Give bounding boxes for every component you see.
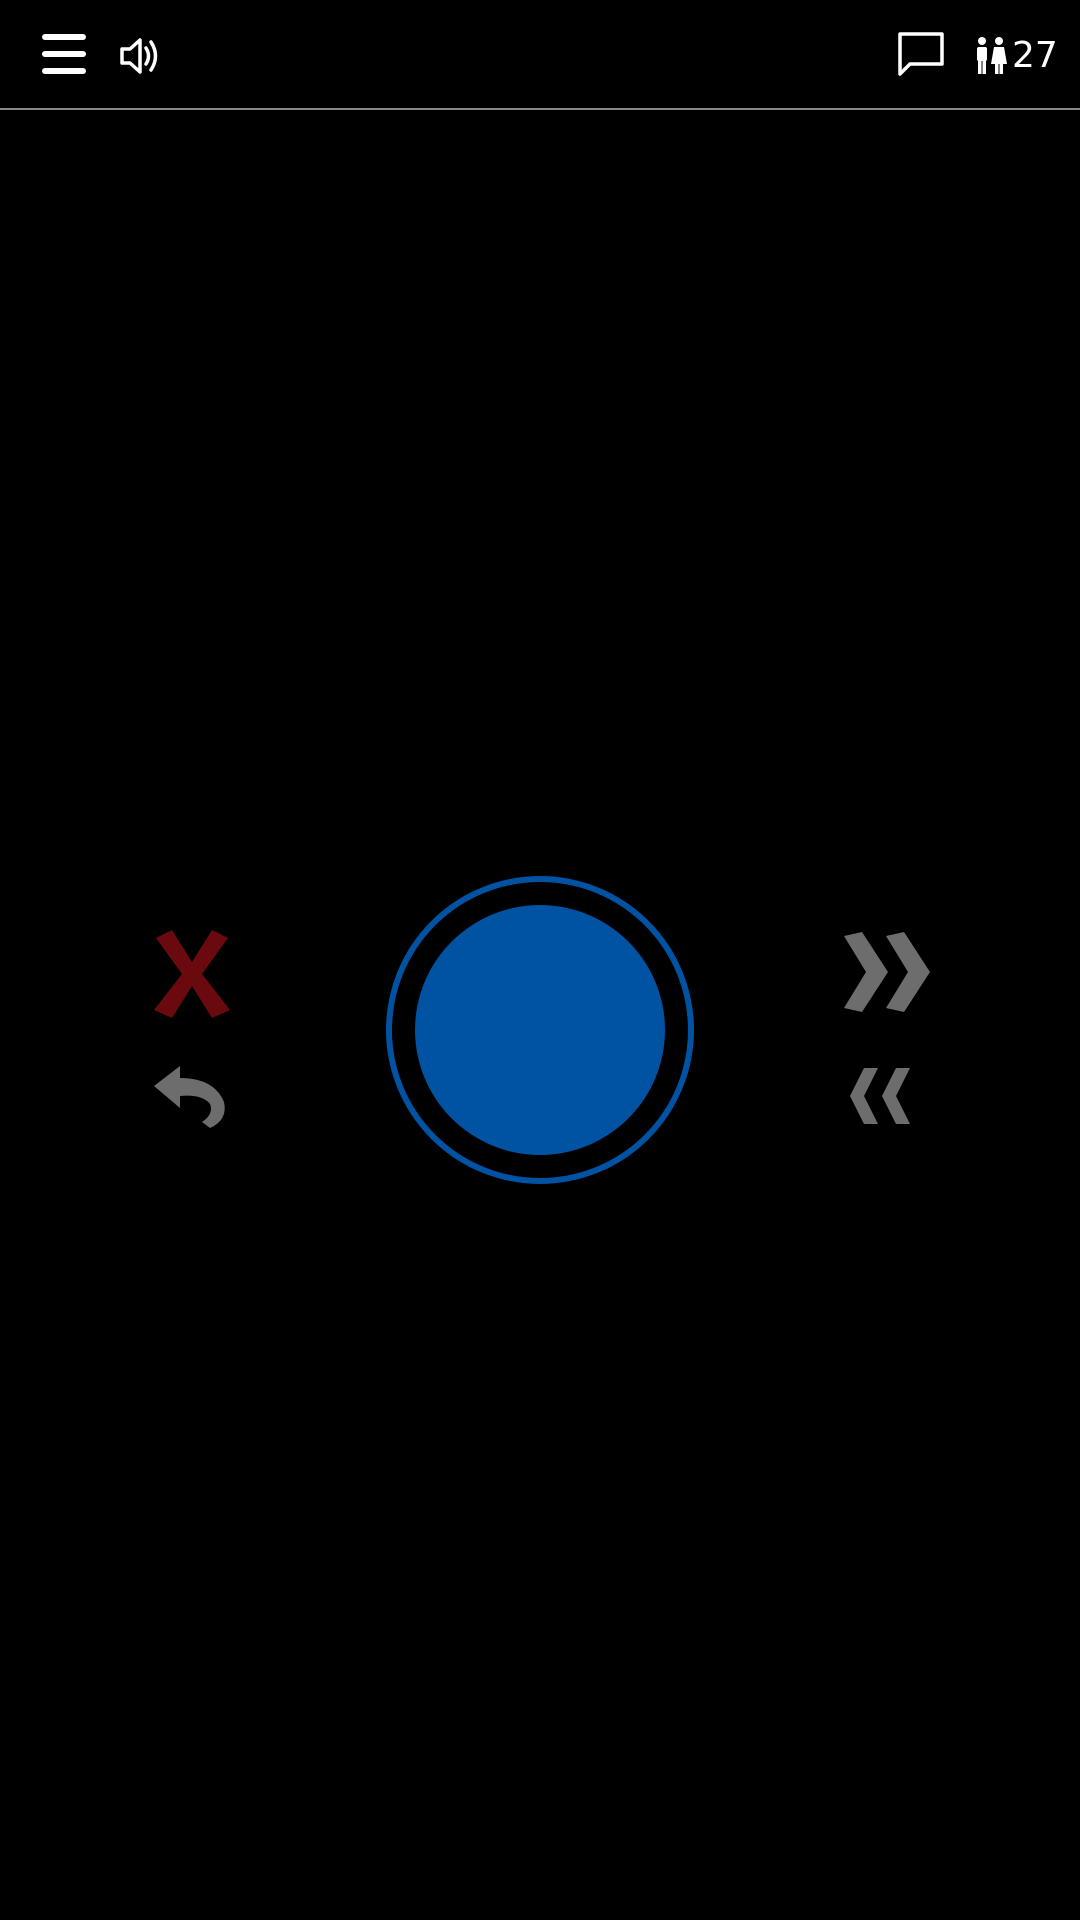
chat-bubble-icon xyxy=(898,32,944,76)
speaker-volume-icon xyxy=(120,38,158,74)
close-button[interactable] xyxy=(150,928,234,1018)
main-record-button[interactable] xyxy=(386,876,694,1184)
main-button-inner-circle xyxy=(415,905,665,1155)
double-chevron-left-icon xyxy=(850,1068,910,1124)
sound-button[interactable] xyxy=(114,32,166,80)
hamburger-menu-icon xyxy=(42,34,86,74)
skip-forward-button[interactable] xyxy=(840,932,936,1014)
people-icon xyxy=(977,37,1007,74)
online-users[interactable]: 27 xyxy=(974,34,1058,78)
undo-button[interactable] xyxy=(152,1062,232,1132)
top-bar: 27 xyxy=(0,0,1080,110)
users-count: 27 xyxy=(1012,35,1058,76)
chat-button[interactable] xyxy=(896,30,946,80)
menu-button[interactable] xyxy=(34,28,94,80)
double-chevron-right-icon xyxy=(844,932,930,1012)
skip-back-button[interactable] xyxy=(850,1066,922,1126)
red-x-icon xyxy=(154,930,230,1018)
undo-arrow-icon xyxy=(154,1066,225,1128)
